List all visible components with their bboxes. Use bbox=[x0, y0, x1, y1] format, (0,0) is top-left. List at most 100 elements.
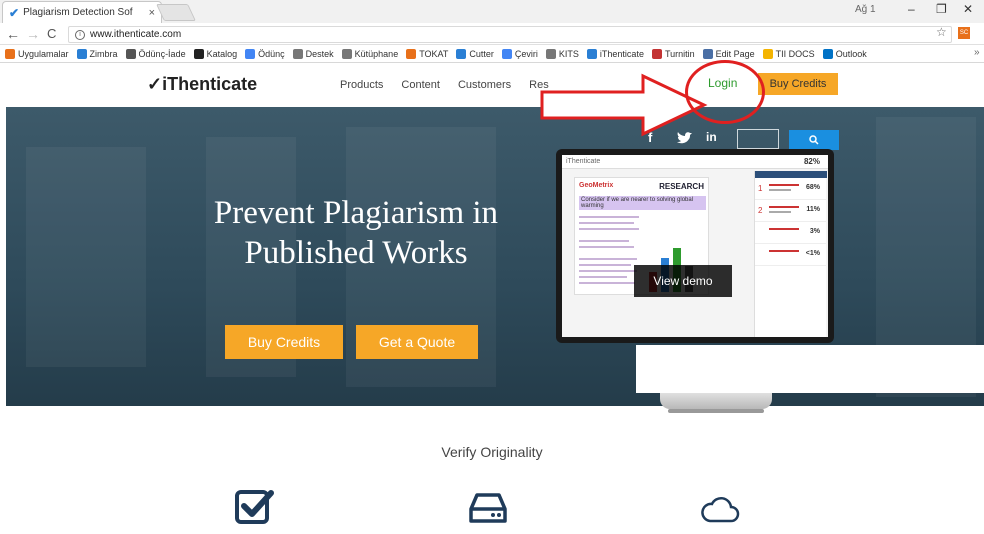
apps-grid-icon bbox=[5, 48, 15, 59]
bookmark-label: Kütüphane bbox=[354, 48, 399, 59]
ithenticate-logo[interactable]: ✓iThenticate bbox=[147, 74, 257, 95]
bookmark-label: Katalog bbox=[206, 48, 238, 59]
match-row: 2 11% bbox=[755, 200, 826, 222]
match-percent: 11% bbox=[806, 206, 820, 213]
bookmark-item[interactable]: KITS bbox=[545, 48, 579, 59]
screen-topbar: iThenticate 82% bbox=[562, 155, 828, 169]
url-text: www.ithenticate.com bbox=[90, 29, 182, 40]
match-overview-header bbox=[755, 171, 827, 178]
bookmark-label: Zimbra bbox=[89, 48, 118, 59]
bookmark-label: Turnitin bbox=[664, 48, 695, 59]
bookmarks-bar: Uygulamalar Zimbra Ödünç-İade Katalog Ödünç D… bbox=[0, 45, 984, 63]
translate-icon bbox=[501, 48, 512, 59]
logo-check-icon: ✓ bbox=[147, 74, 163, 94]
bookmark-item[interactable]: TOKAT bbox=[406, 48, 449, 59]
doc-highlight: Consider if we are nearer to solving glo… bbox=[579, 196, 706, 210]
profile-label[interactable]: Ağ 1 bbox=[855, 4, 876, 15]
doc-line bbox=[579, 216, 639, 218]
drive-icon bbox=[469, 493, 507, 523]
forward-icon[interactable]: → bbox=[26, 26, 40, 42]
bookmark-item[interactable]: Ödünç-İade bbox=[125, 48, 186, 59]
match-row: <1% bbox=[755, 244, 826, 266]
bookmark-item[interactable]: TII DOCS bbox=[762, 48, 815, 59]
match-bar bbox=[769, 184, 799, 186]
page-icon bbox=[292, 48, 303, 59]
nav-products[interactable]: Products bbox=[340, 79, 383, 91]
bookmark-label: iThenticate bbox=[599, 48, 644, 59]
match-number: 1 bbox=[758, 184, 763, 193]
monitor-stand bbox=[660, 393, 772, 409]
new-tab-button[interactable] bbox=[156, 4, 196, 21]
tab-title: Plagiarism Detection Sof bbox=[23, 7, 133, 18]
main-nav: Products Content Customers Res bbox=[340, 79, 567, 91]
bookmark-label: Destek bbox=[305, 48, 334, 59]
ithenticate-favicon-icon: ✔ bbox=[9, 5, 20, 20]
site-search-button[interactable] bbox=[789, 130, 839, 150]
browser-tab[interactable]: ✔ Plagiarism Detection Sof × bbox=[2, 1, 162, 23]
doc-line bbox=[579, 264, 631, 266]
back-icon[interactable]: ← bbox=[6, 26, 20, 42]
url-field[interactable]: i www.ithenticate.com bbox=[68, 26, 952, 43]
bookmark-item[interactable]: Uygulamalar bbox=[5, 48, 69, 59]
buy-credits-button[interactable]: Buy Credits bbox=[225, 325, 343, 359]
restore-icon[interactable]: ❐ bbox=[936, 2, 947, 16]
bookmark-label: Çeviri bbox=[514, 48, 538, 59]
bookmark-label: TOKAT bbox=[419, 48, 449, 59]
doc-line bbox=[579, 240, 629, 242]
match-row: 3% bbox=[755, 222, 826, 244]
extension-icon[interactable]: SC bbox=[958, 27, 970, 39]
close-window-icon[interactable]: ✕ bbox=[963, 2, 973, 16]
hero-headline: Prevent Plagiarism in Published Works bbox=[156, 193, 556, 273]
bookmark-item[interactable]: Çeviri bbox=[501, 48, 538, 59]
bookmark-star-icon[interactable]: ☆ bbox=[936, 25, 947, 39]
bookmark-item[interactable]: Turnitin bbox=[651, 48, 695, 59]
get-a-quote-button[interactable]: Get a Quote bbox=[356, 325, 478, 359]
swap-arrow-icon bbox=[125, 48, 136, 59]
doc-line bbox=[579, 246, 634, 248]
doc-research-title: RESEARCH bbox=[659, 182, 704, 191]
screen-score: 82% bbox=[803, 157, 820, 166]
monitor-stand-base bbox=[668, 409, 764, 413]
doc-line bbox=[579, 228, 639, 230]
bookmark-item[interactable]: Outlook bbox=[822, 48, 867, 59]
view-demo-button[interactable]: View demo bbox=[634, 265, 732, 297]
bookmark-item[interactable]: Ödünç bbox=[245, 48, 285, 59]
nav-customers[interactable]: Customers bbox=[458, 79, 511, 91]
tab-close-icon[interactable]: × bbox=[149, 7, 155, 19]
annotation-circle bbox=[685, 60, 765, 124]
check-icon bbox=[586, 48, 597, 59]
verify-originality-heading: Verify Originality bbox=[441, 444, 543, 460]
bookmarks-more-icon[interactable]: » bbox=[974, 47, 980, 58]
bookmark-item[interactable]: Katalog bbox=[193, 48, 238, 59]
site-header: ✓iThenticate Products Content Customers … bbox=[0, 63, 984, 105]
info-icon[interactable]: i bbox=[75, 29, 85, 40]
doc-line bbox=[579, 258, 637, 260]
match-bar bbox=[769, 206, 799, 208]
doc-line bbox=[579, 222, 634, 224]
doc-line bbox=[579, 282, 635, 284]
match-row: 1 68% bbox=[755, 178, 826, 200]
site-search-input[interactable] bbox=[737, 129, 779, 149]
bookmark-item[interactable]: Destek bbox=[292, 48, 334, 59]
bookmark-label: Cutter bbox=[469, 48, 494, 59]
bookmark-item[interactable]: Cutter bbox=[456, 48, 494, 59]
bookmark-item[interactable]: Zimbra bbox=[76, 48, 118, 59]
bookmark-label: Uygulamalar bbox=[18, 48, 69, 59]
reload-icon[interactable]: C bbox=[47, 26, 56, 41]
header-buy-credits-button[interactable]: Buy Credits bbox=[758, 73, 838, 95]
bookmark-item[interactable]: Edit Page bbox=[702, 48, 755, 59]
bookmark-item[interactable]: Kütüphane bbox=[341, 48, 399, 59]
bookmark-label: Ödünç-İade bbox=[138, 48, 186, 59]
match-bar bbox=[769, 211, 791, 213]
minimize-icon[interactable]: – bbox=[908, 2, 915, 16]
outlook-icon bbox=[822, 48, 833, 59]
doc-line bbox=[579, 270, 637, 272]
blank-overlay bbox=[636, 345, 984, 393]
nav-content[interactable]: Content bbox=[401, 79, 440, 91]
bookmark-item[interactable]: iThenticate bbox=[586, 48, 644, 59]
match-percent: 68% bbox=[805, 184, 820, 191]
headline-line-1: Prevent Plagiarism in bbox=[213, 195, 499, 231]
match-overview-panel: 1 68% 2 11% 3% <1% bbox=[754, 171, 827, 337]
logo-text: iThenticate bbox=[162, 74, 258, 94]
bookmark-label: Outlook bbox=[835, 48, 867, 59]
